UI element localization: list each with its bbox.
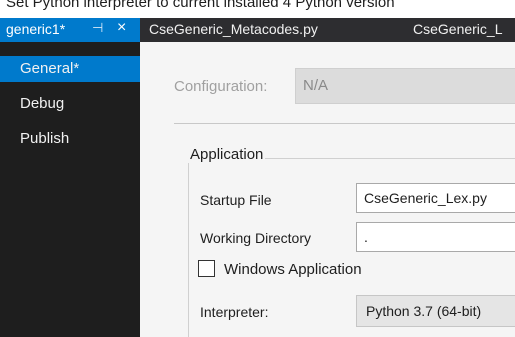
caption-text: Set Python interpreter to current instal… [6,0,395,11]
tab-csegeneric-metacodes[interactable]: CseGeneric_Metacodes.py [149,21,318,37]
project-properties-sidebar: General* Debug Publish [0,42,150,337]
working-directory-value: . [364,229,368,245]
sidebar-item-label: General* [20,60,80,77]
configuration-label: Configuration: [174,78,268,95]
windows-application-label[interactable]: Windows Application [224,261,362,278]
close-icon[interactable]: × [117,19,126,37]
application-group-title: Application [188,146,266,163]
interpreter-value: Python 3.7 (64-bit) [366,303,482,319]
working-directory-field[interactable]: . [356,222,515,252]
pin-icon[interactable]: ⊣ [92,20,103,36]
configuration-value: N/A [303,77,329,94]
working-directory-label: Working Directory [200,230,311,246]
startup-file-value: CseGeneric_Lex.py [364,190,487,206]
tab-csegeneric-l[interactable]: CseGeneric_L [413,21,503,37]
sidebar-item-general[interactable]: General* [0,56,150,82]
divider [174,123,515,124]
startup-file-field[interactable]: CseGeneric_Lex.py [356,183,515,213]
document-tab-bar: generic1* ⊣ × CseGeneric_Metacodes.py Cs… [0,18,515,42]
sidebar-item-publish[interactable]: Publish [0,126,150,152]
general-properties-panel: Configuration: N/A Application Startup F… [140,42,515,337]
configuration-dropdown: N/A [295,68,515,104]
tab-generic1[interactable]: generic1* ⊣ × [0,18,140,42]
sidebar-item-debug[interactable]: Debug [0,91,150,117]
windows-application-checkbox[interactable] [198,260,215,277]
startup-file-label: Startup File [200,192,272,208]
caption-strip: Set Python interpreter to current instal… [0,0,515,18]
sidebar-item-label: Debug [20,95,65,112]
sidebar-item-label: Publish [20,130,70,147]
interpreter-label: Interpreter: [200,304,269,320]
interpreter-dropdown[interactable]: Python 3.7 (64-bit) [356,295,515,327]
tab-generic1-label: generic1* [6,21,66,37]
